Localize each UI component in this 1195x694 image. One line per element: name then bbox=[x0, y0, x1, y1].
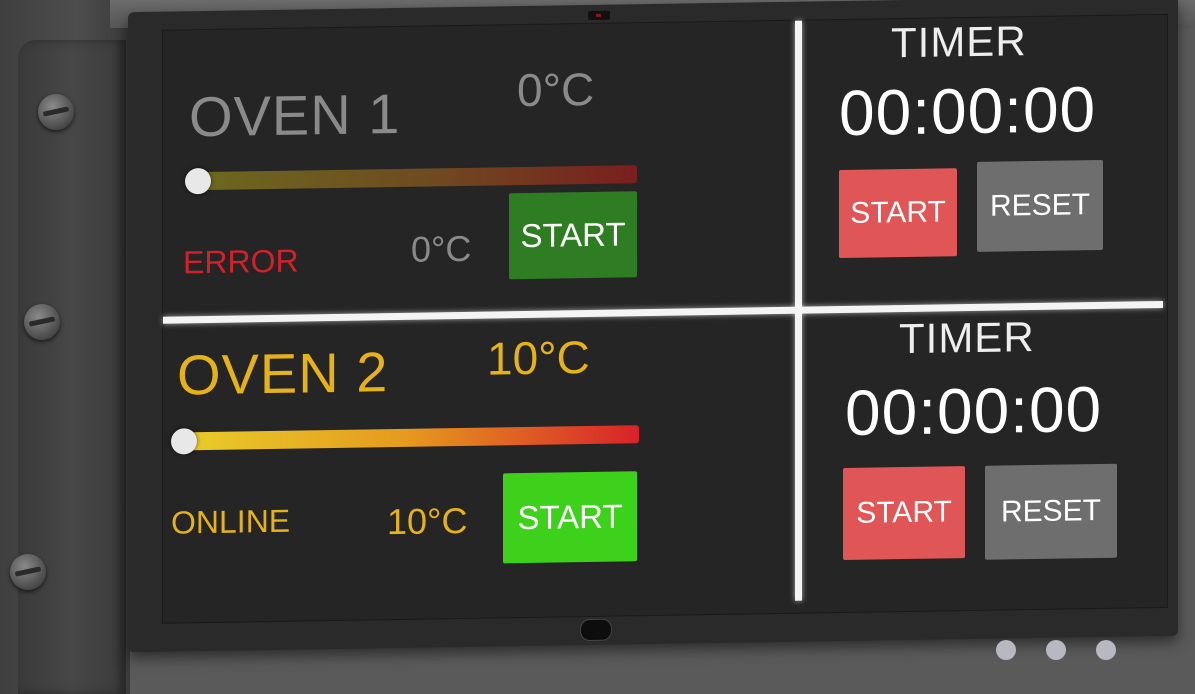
oven2-current-temp: 10°C bbox=[387, 499, 468, 543]
timer1-panel: TIMER 00:00:00 START RESET bbox=[163, 15, 1167, 259]
oven1-start-button[interactable]: START bbox=[509, 191, 637, 280]
timer1-value: 00:00:00 bbox=[839, 73, 1097, 150]
oven1-slider-knob[interactable] bbox=[185, 167, 211, 195]
oven2-start-button[interactable]: START bbox=[503, 471, 637, 564]
oven1-target-temp: 0°C bbox=[517, 62, 595, 117]
indicator-led bbox=[996, 640, 1016, 660]
screw-icon bbox=[38, 94, 74, 130]
timer1-reset-button[interactable]: RESET bbox=[977, 159, 1103, 252]
monitor-bezel: OVEN 1 0°C ERROR 0°C START OVEN 2 10°C O… bbox=[128, 0, 1178, 653]
timer1-label: TIMER bbox=[891, 17, 1027, 67]
oven1-current-temp: 0°C bbox=[411, 227, 472, 270]
oven2-slider-knob[interactable] bbox=[171, 428, 197, 455]
oven1-title: OVEN 1 bbox=[189, 81, 401, 149]
camera-icon bbox=[588, 10, 610, 21]
power-button[interactable] bbox=[580, 618, 612, 642]
mount-bracket bbox=[10, 40, 126, 694]
timer2-label: TIMER bbox=[899, 313, 1035, 363]
screw-icon bbox=[24, 304, 60, 340]
oven1-temp-slider[interactable] bbox=[187, 165, 637, 191]
oven2-status: ONLINE bbox=[171, 502, 291, 541]
indicator-led bbox=[1046, 640, 1066, 660]
timer1-start-button[interactable]: START bbox=[839, 168, 957, 259]
timer2-value: 00:00:00 bbox=[845, 372, 1103, 449]
oven2-temp-slider[interactable] bbox=[173, 425, 639, 451]
timer2-reset-button[interactable]: RESET bbox=[985, 463, 1117, 560]
timer2-start-button[interactable]: START bbox=[843, 466, 965, 561]
oven2-target-temp: 10°C bbox=[487, 330, 590, 385]
indicator-led bbox=[1096, 640, 1116, 660]
screw-icon bbox=[10, 554, 46, 590]
oven1-status: ERROR bbox=[183, 242, 299, 281]
oven2-title: OVEN 2 bbox=[177, 340, 389, 407]
control-screen: OVEN 1 0°C ERROR 0°C START OVEN 2 10°C O… bbox=[162, 13, 1168, 624]
